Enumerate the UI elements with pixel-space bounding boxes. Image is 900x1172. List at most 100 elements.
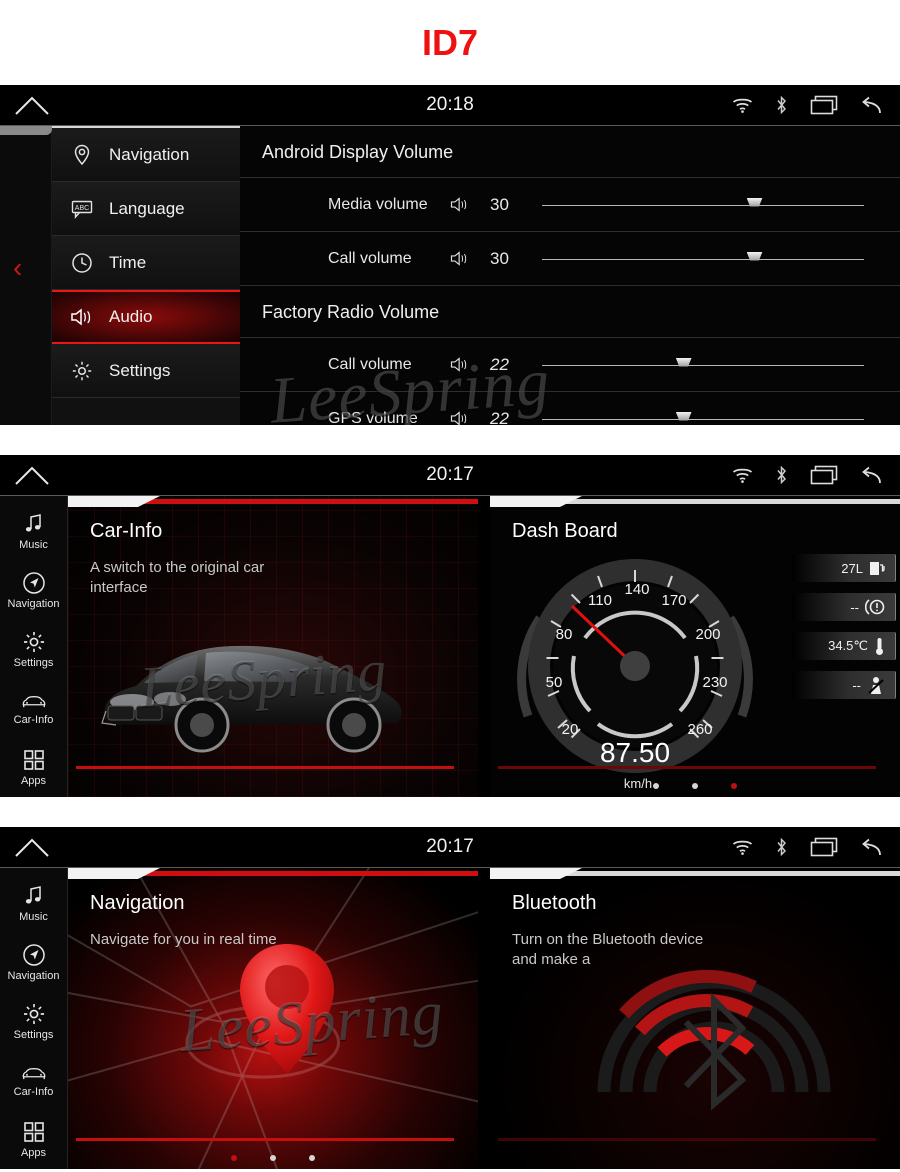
svg-text:110: 110 [588, 592, 612, 609]
card-dash-board[interactable]: Dash Board 20 50 80 110 140 170 200 230 … [490, 496, 900, 797]
volume-slider[interactable] [542, 354, 864, 376]
home-screenshot-carinfo: 20:17 Music Navigation Settings Car-Info… [0, 455, 900, 797]
sidebar-item-music[interactable]: Music [0, 502, 68, 561]
speaker-icon [440, 356, 480, 373]
recent-apps-icon[interactable] [810, 95, 838, 115]
wifi-icon[interactable] [732, 839, 753, 855]
volume-row-value: 30 [490, 248, 509, 268]
sidebar-item-label: Apps [20, 1147, 47, 1159]
settings-menu-label: Navigation [109, 144, 190, 164]
seatbelt-icon [868, 676, 884, 694]
slider-track [542, 418, 864, 420]
settings-menu-label: Language [109, 198, 185, 218]
settings-menu-item-time[interactable]: Time [52, 236, 240, 290]
sidebar-item-apps[interactable]: Apps [0, 738, 68, 797]
home-icon[interactable] [14, 94, 50, 116]
sidebar-item-label: Music [19, 911, 48, 923]
fuel-pump-icon [870, 562, 885, 575]
page-dot-active[interactable] [731, 783, 737, 789]
map-pin-icon [240, 944, 334, 1075]
back-icon[interactable] [860, 465, 884, 485]
volume-row[interactable]: Media volume 30 [240, 178, 900, 232]
sidebar-item-car-info[interactable]: Car-Info [0, 679, 68, 738]
volume-slider[interactable] [542, 248, 864, 270]
screenshot-divider [0, 425, 900, 455]
back-icon[interactable] [860, 95, 884, 115]
page-dot[interactable] [270, 1155, 276, 1161]
app-sidebar: Music Navigation Settings Car-Info Apps [0, 496, 68, 797]
card-bluetooth[interactable]: Bluetooth Turn on the Bluetooth device a… [490, 868, 900, 1169]
card-navigation[interactable]: Navigation Navigate for you in real time [68, 868, 478, 1169]
svg-text:260: 260 [687, 721, 712, 738]
settings-menu-item-language[interactable]: ABC Language [52, 182, 240, 236]
settings-menu-item-settings[interactable]: Settings [52, 344, 240, 398]
sidebar-item-car-info[interactable]: Car-Info [0, 1051, 68, 1110]
back-icon[interactable] [860, 837, 884, 857]
status-bar-1: 20:18 [0, 85, 900, 126]
sidebar-item-label: Navigation [7, 598, 60, 610]
volume-slider[interactable] [542, 408, 864, 426]
volume-row[interactable]: Call volume 22 [240, 338, 900, 392]
slider-track [542, 258, 864, 260]
wifi-icon[interactable] [732, 97, 753, 113]
sidebar-item-label: Apps [20, 775, 47, 787]
page-dot[interactable] [692, 783, 698, 789]
info-bar-fuel: 27L [792, 554, 896, 582]
volume-row[interactable]: Call volume 30 [240, 232, 900, 286]
home-cards-3: Navigation Navigate for you in real time [68, 868, 900, 1169]
settings-menu-label: Audio [109, 307, 153, 326]
home-body-3: Music Navigation Settings Car-Info Apps [0, 868, 900, 1169]
settings-menu-item-audio[interactable]: Audio [52, 290, 240, 344]
sidebar-item-music[interactable]: Music [0, 874, 68, 933]
sidebar-item-label: Navigation [7, 970, 60, 982]
info-bar-tire-pressure: -- [792, 593, 896, 621]
page-title: ID7 [421, 21, 479, 63]
gear-icon [70, 359, 94, 383]
recent-apps-icon[interactable] [810, 837, 838, 857]
svg-text:80: 80 [556, 626, 573, 643]
sidebar-item-label: Car-Info [13, 1086, 54, 1098]
wifi-icon[interactable] [732, 467, 753, 483]
card-title: Dash Board [512, 520, 618, 542]
rail-nub [0, 126, 52, 135]
volume-slider[interactable] [542, 194, 864, 216]
back-chevron-icon[interactable]: ‹ [13, 254, 22, 282]
home-icon[interactable] [14, 464, 50, 486]
page-dot[interactable] [653, 783, 659, 789]
volume-row[interactable]: GPS volume 22 [240, 392, 900, 425]
svg-text:200: 200 [695, 626, 720, 643]
map-pin-icon [70, 143, 94, 167]
sidebar-item-navigation[interactable]: Navigation [0, 933, 68, 992]
home-body-2: Music Navigation Settings Car-Info Apps [0, 496, 900, 797]
card-subtitle: Turn on the Bluetooth device and make a [512, 931, 704, 968]
speedometer-gauge: 20 50 80 110 140 170 200 230 260 87.50 [517, 559, 753, 773]
card-car-info[interactable]: Car-Info A switch to the original car in… [68, 496, 478, 797]
bluetooth-icon[interactable] [775, 95, 788, 115]
settings-menu-item-navigation[interactable]: Navigation [52, 128, 240, 182]
volume-row-value: 30 [490, 194, 509, 214]
card-bottom-accent [498, 766, 876, 769]
bluetooth-icon[interactable] [775, 465, 788, 485]
sidebar-item-apps[interactable]: Apps [0, 1110, 68, 1169]
app-sidebar: Music Navigation Settings Car-Info Apps [0, 868, 68, 1169]
slider-track [542, 364, 864, 366]
sidebar-item-settings[interactable]: Settings [0, 992, 68, 1051]
bluetooth-icon[interactable] [775, 837, 788, 857]
sidebar-item-settings[interactable]: Settings [0, 620, 68, 679]
card-subtitle: Navigate for you in real time [90, 931, 277, 948]
volume-row-label: Call volume [328, 355, 412, 373]
volume-row-label: Media volume [328, 195, 428, 213]
sidebar-item-label: Settings [13, 1029, 54, 1041]
svg-text:230: 230 [702, 674, 727, 691]
abc-bubble-icon: ABC [70, 197, 94, 221]
home-icon[interactable] [14, 836, 50, 858]
page-dot[interactable] [309, 1155, 315, 1161]
page-indicator-dots [490, 783, 900, 789]
info-bar-value: -- [852, 677, 861, 693]
page-dot-active[interactable] [231, 1155, 237, 1161]
speaker-icon [70, 305, 94, 329]
card-bottom-accent [76, 1138, 454, 1141]
info-bar-seatbelt: -- [792, 671, 896, 699]
recent-apps-icon[interactable] [810, 465, 838, 485]
sidebar-item-navigation[interactable]: Navigation [0, 561, 68, 620]
